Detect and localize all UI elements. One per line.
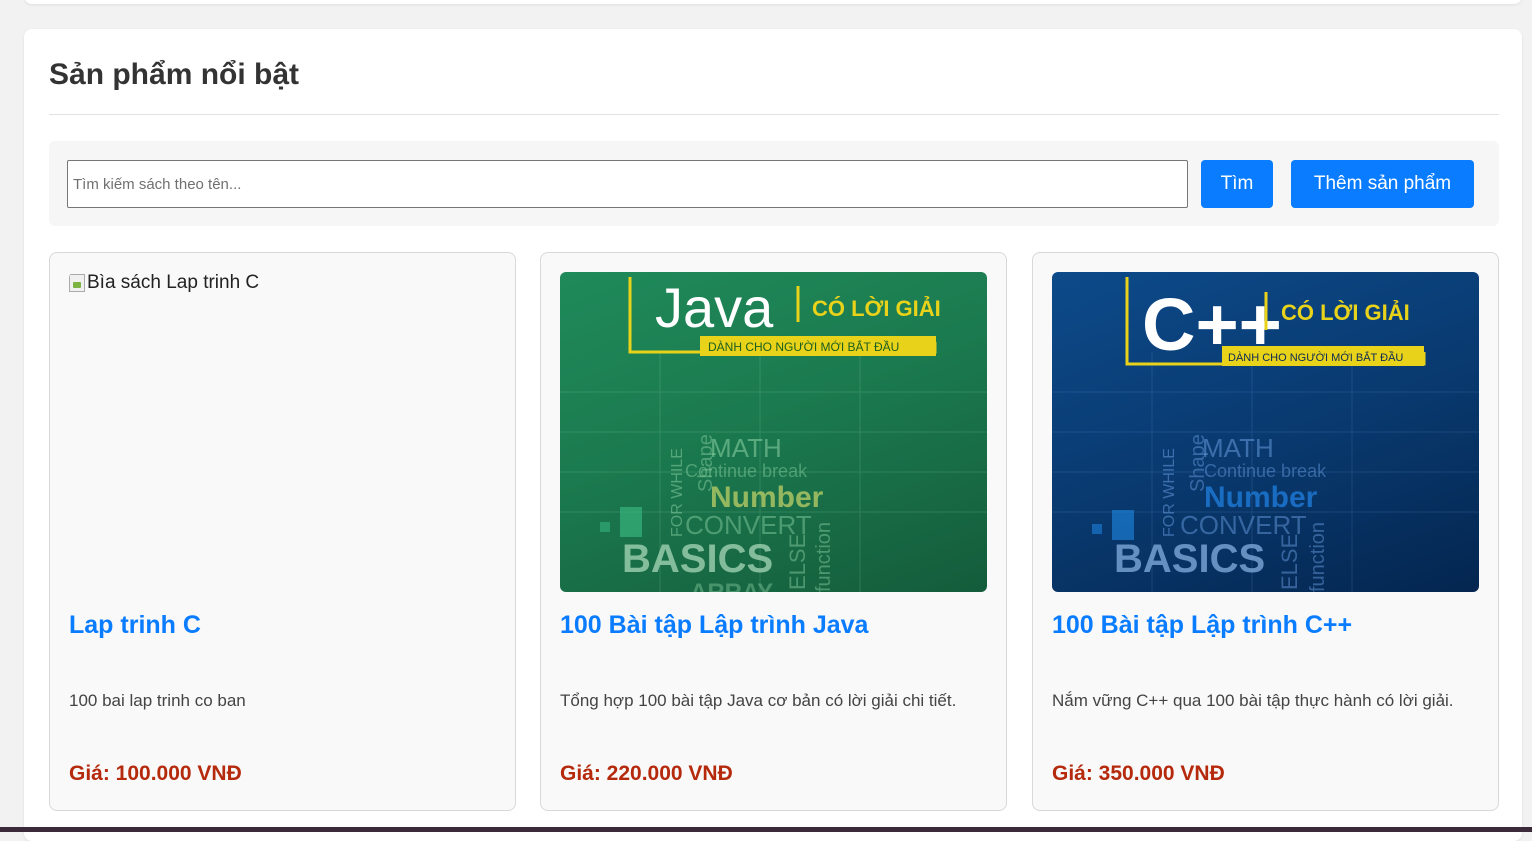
cover-subtitle: DÀNH CHO NGƯỜI MỚI BẮT ĐẦU xyxy=(1228,351,1403,364)
broken-image-icon xyxy=(69,274,85,292)
cover-word: FOR WHILE xyxy=(1161,448,1178,537)
cover-word: function xyxy=(1307,522,1329,592)
product-cover-image[interactable]: Java CÓ LỜI GIẢI DÀNH CHO NGƯỜI MỚI BẮT … xyxy=(560,272,987,592)
title-divider xyxy=(49,114,1499,115)
product-price: Giá: 350.000 VNĐ xyxy=(1052,762,1225,785)
cpp-cover-art: C++ CÓ LỜI GIẢI DÀNH CHO NGƯỜI MỚI BẮT Đ… xyxy=(1052,277,1479,592)
cover-word: ELSE xyxy=(785,534,810,590)
cover-word: Continue break xyxy=(1204,461,1327,481)
cover-word: MATH xyxy=(1202,433,1274,463)
java-cover-art: Java CÓ LỜI GIẢI DÀNH CHO NGƯỜI MỚI BẮT … xyxy=(560,276,987,592)
cover-word: ELSE xyxy=(1277,534,1302,590)
cover-brand: Java xyxy=(655,276,774,339)
add-product-button[interactable]: Thêm sản phẩm xyxy=(1291,160,1474,208)
taskbar-edge xyxy=(0,827,1532,832)
search-button[interactable]: Tìm xyxy=(1201,160,1273,208)
cover-alt-text: Bìa sách Lap trinh C xyxy=(87,272,260,293)
product-card: Bìa sách Lap trinh C Lap trinh C 100 bai… xyxy=(49,252,516,811)
cover-word: BASICS xyxy=(1114,537,1265,581)
cover-tag: CÓ LỜI GIẢI xyxy=(1281,300,1410,325)
cover-word: Shape xyxy=(695,434,717,492)
cover-word: BASICS xyxy=(622,537,773,581)
product-cover-image[interactable]: Bìa sách Lap trinh C xyxy=(69,272,496,592)
product-price: Giá: 220.000 VNĐ xyxy=(560,762,733,785)
product-description: Nắm vững C++ qua 100 bài tập thực hành c… xyxy=(1052,691,1454,710)
cover-word: ARRAY xyxy=(690,579,773,592)
product-card: Java CÓ LỜI GIẢI DÀNH CHO NGƯỜI MỚI BẮT … xyxy=(540,252,1007,811)
cover-subtitle: DÀNH CHO NGƯỜI MỚI BẮT ĐẦU xyxy=(708,339,899,354)
product-cover-image[interactable]: C++ CÓ LỜI GIẢI DÀNH CHO NGƯỜI MỚI BẮT Đ… xyxy=(1052,272,1479,592)
product-title[interactable]: Lap trinh C xyxy=(69,611,201,640)
product-price: Giá: 100.000 VNĐ xyxy=(69,762,242,785)
section-title: Sản phẩm nổi bật xyxy=(49,58,300,91)
cover-tag: CÓ LỜI GIẢI xyxy=(812,296,941,321)
previous-card xyxy=(24,0,1522,4)
cover-word: FOR WHILE xyxy=(669,448,686,537)
cover-word: MATH xyxy=(710,433,782,463)
cover-word: function xyxy=(813,522,835,592)
product-card: C++ CÓ LỜI GIẢI DÀNH CHO NGƯỜI MỚI BẮT Đ… xyxy=(1032,252,1499,811)
product-title[interactable]: 100 Bài tập Lập trình C++ xyxy=(1052,611,1352,640)
product-description: Tổng hợp 100 bài tập Java cơ bản có lời … xyxy=(560,691,957,710)
cover-word: Shape xyxy=(1187,434,1209,492)
product-description: 100 bai lap trinh co ban xyxy=(69,691,246,710)
product-title[interactable]: 100 Bài tập Lập trình Java xyxy=(560,611,868,640)
search-input[interactable] xyxy=(67,160,1188,208)
